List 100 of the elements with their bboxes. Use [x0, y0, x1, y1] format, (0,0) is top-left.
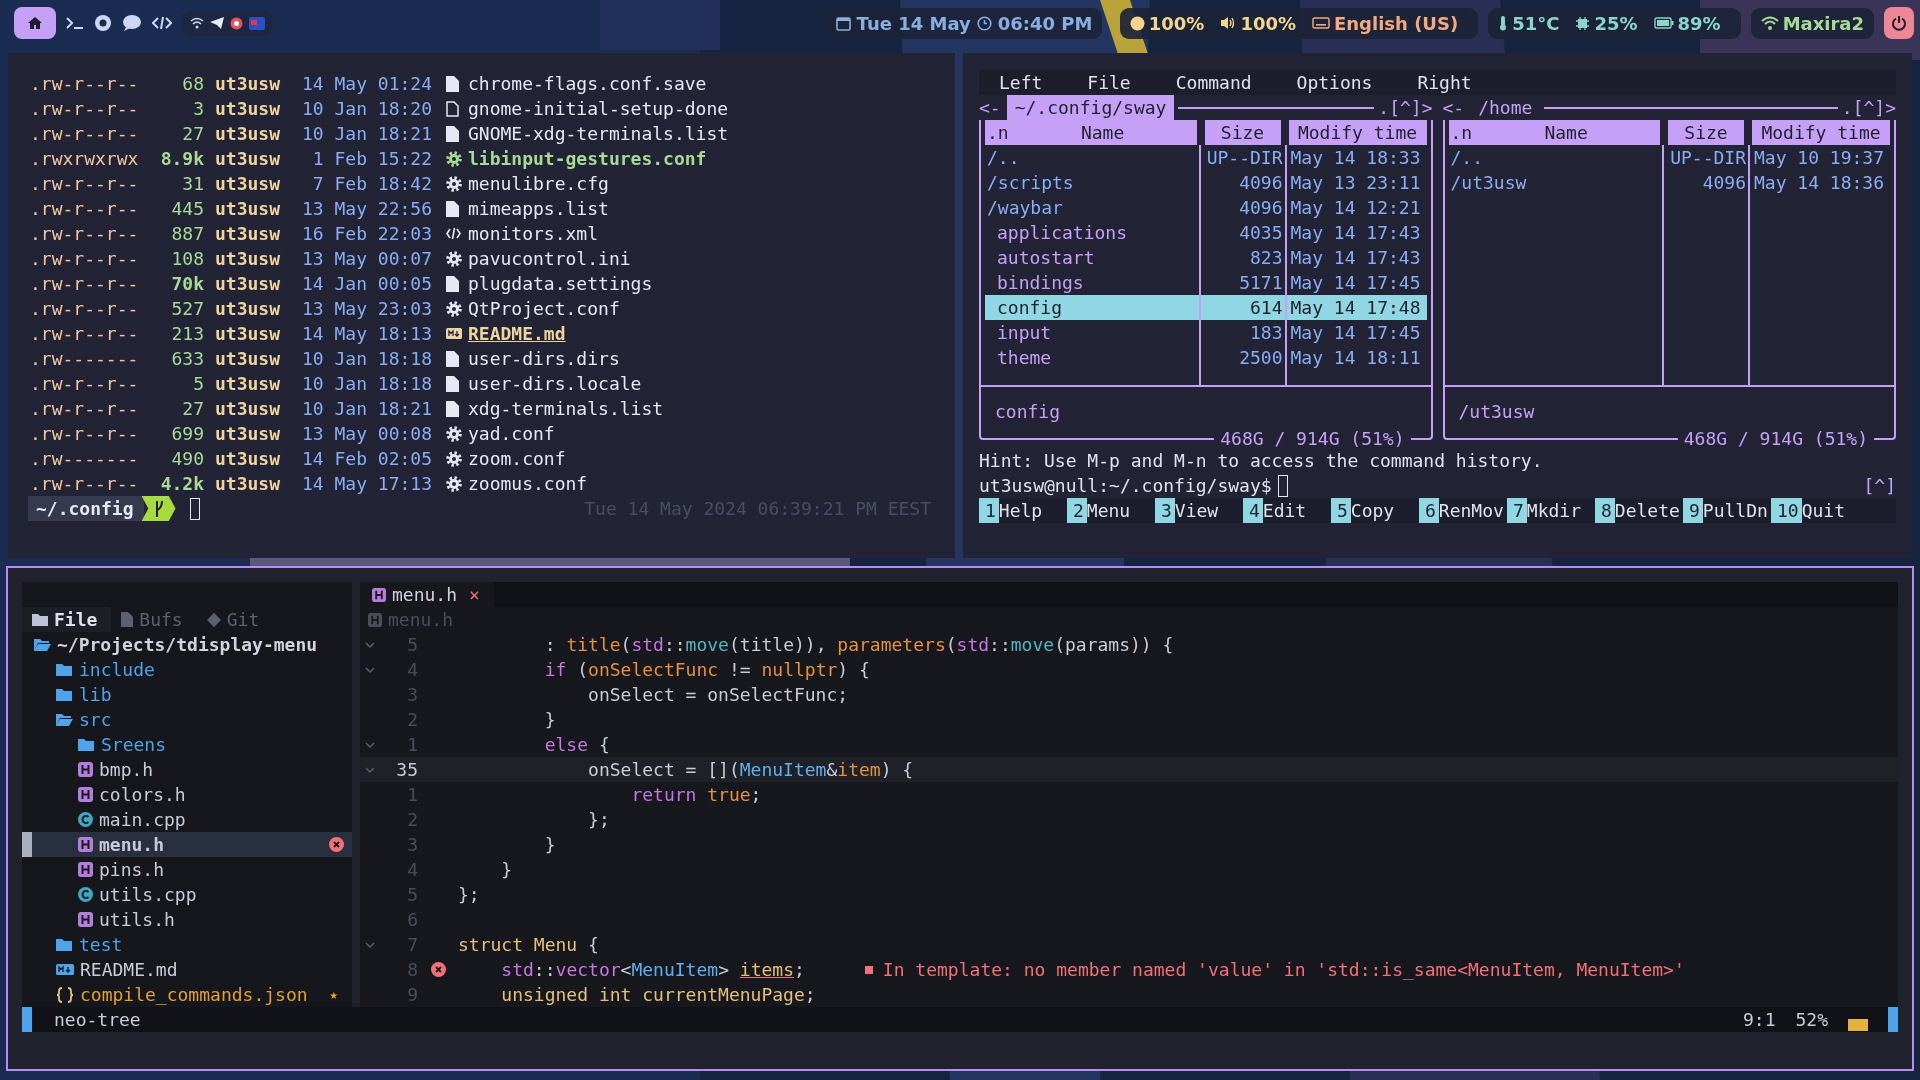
fold-icon[interactable] — [365, 741, 375, 748]
header-file-icon — [372, 587, 386, 602]
permissions-text: .rw-r--r-- — [30, 72, 140, 96]
mode-indicator — [22, 1007, 32, 1032]
function-key[interactable]: 5 Copy — [1331, 498, 1419, 523]
file-row[interactable]: /.. UP--DIR May 14 18:33 — [985, 145, 1427, 170]
file-row[interactable]: theme 2500 May 14 18:11 — [985, 345, 1427, 370]
code-line: : title(std::move(title)), parameters(std::move(params)) { — [543, 633, 1174, 657]
close-icon[interactable]: × — [469, 582, 480, 607]
code-line: std::vector<MenuItem> items; — [500, 958, 805, 982]
wifi-icon[interactable] — [190, 17, 204, 29]
date-text: 13 May 00:07 — [302, 247, 434, 271]
panel-controls[interactable]: .[^]> — [1841, 95, 1896, 120]
size-text: 213 — [170, 322, 204, 346]
function-key[interactable]: 7 Mkdir — [1507, 498, 1595, 523]
file-row[interactable]: input 183 May 14 17:45 — [985, 320, 1427, 345]
home-button[interactable] — [14, 7, 56, 39]
tree-item[interactable]: bmp.h — [22, 757, 352, 782]
file-row[interactable]: autostart 823 May 14 17:43 — [985, 245, 1427, 270]
history-arrow[interactable]: <- — [979, 95, 1001, 120]
editor-tab[interactable]: menu.h × — [360, 582, 494, 607]
tree-item[interactable]: utils.h — [22, 907, 352, 932]
function-key[interactable]: 9 PullDn — [1683, 498, 1771, 523]
tree-item[interactable]: pins.h — [22, 857, 352, 882]
function-key[interactable]: 6 RenMov — [1419, 498, 1507, 523]
file-name: menulibre.cfg — [468, 172, 609, 196]
gear-icon — [446, 450, 462, 467]
fold-icon[interactable] — [365, 641, 375, 648]
column-header[interactable]: .n — [1450, 120, 1473, 145]
column-header[interactable]: Name — [1008, 120, 1197, 145]
fold-icon[interactable] — [365, 941, 375, 948]
function-key[interactable]: 3 View — [1155, 498, 1243, 523]
menu-item[interactable]: File — [1087, 70, 1131, 95]
file-name: QtProject.conf — [468, 297, 620, 321]
line-number: 9 — [406, 983, 418, 1007]
file-row[interactable]: /waybar 4096 May 14 12:21 — [985, 195, 1427, 220]
file-row[interactable]: /scripts 4096 May 13 23:11 — [985, 170, 1427, 195]
browser-icon[interactable] — [94, 14, 112, 32]
menu-item[interactable]: Left — [999, 70, 1043, 95]
function-key[interactable]: 1 Help — [979, 498, 1067, 523]
column-header[interactable]: Modify time — [1752, 120, 1890, 145]
file-name: user-dirs.locale — [468, 372, 642, 396]
flag-icon[interactable] — [249, 16, 265, 30]
line-number: 8 — [406, 958, 418, 982]
chat-icon[interactable] — [122, 14, 142, 32]
permissions-text: .rw-r--r-- — [30, 422, 140, 446]
paper-plane-icon[interactable] — [210, 17, 224, 29]
file-name: monitors.xml — [468, 222, 599, 246]
file-icon — [446, 350, 459, 367]
code-line: onSelect = onSelectFunc; — [587, 683, 849, 707]
sidebar-tab[interactable]: File — [22, 607, 112, 632]
tree-item[interactable]: menu.h — [22, 832, 352, 857]
history-button[interactable]: [^] — [1863, 473, 1896, 498]
permissions-text: .rw-r--r-- — [30, 247, 140, 271]
gear-icon — [446, 425, 462, 442]
size-text: 699 — [170, 422, 204, 446]
column-header[interactable]: Modify time — [1288, 120, 1427, 145]
tree-item[interactable]: ~/Projects/tdisplay-menu — [22, 632, 352, 657]
column-header[interactable]: Size — [1204, 120, 1281, 145]
tree-item[interactable]: utils.cpp — [22, 882, 352, 907]
menu-item[interactable]: Right — [1417, 70, 1472, 95]
size-text: 445 — [170, 197, 204, 221]
file-row[interactable]: config 614 May 14 17:48 — [985, 295, 1427, 320]
function-key[interactable]: 4 Edit — [1243, 498, 1331, 523]
column-header[interactable]: .n — [987, 120, 1009, 145]
menu-item[interactable]: Options — [1296, 70, 1373, 95]
function-key[interactable]: 2 Menu — [1067, 498, 1155, 523]
owner-text: ut3usw — [215, 447, 282, 471]
column-header[interactable]: Size — [1668, 120, 1744, 145]
file-row[interactable]: /.. UP--DIR May 10 19:37 — [1448, 145, 1890, 170]
tree-item[interactable]: Sreens — [22, 732, 352, 757]
tree-item[interactable]: src — [22, 707, 352, 732]
function-key[interactable]: 10 Quit — [1771, 498, 1859, 523]
markdown-icon — [446, 328, 462, 339]
power-button[interactable] — [1884, 7, 1914, 39]
date-text: Tue 14 May — [856, 12, 971, 34]
panel-controls[interactable]: .[^]> — [1378, 95, 1433, 120]
tree-item[interactable]: compile_commands.json ★ — [22, 982, 352, 1007]
menu-item[interactable]: Command — [1175, 70, 1252, 95]
fold-icon[interactable] — [365, 766, 375, 773]
fold-icon[interactable] — [365, 666, 375, 673]
owner-text: ut3usw — [215, 422, 282, 446]
tree-item[interactable]: test — [22, 932, 352, 957]
history-arrow[interactable]: <- — [1442, 95, 1465, 120]
file-row[interactable]: /ut3usw 4096 May 14 18:36 — [1448, 170, 1890, 195]
code-line: }; — [587, 808, 610, 832]
column-header[interactable]: Name — [1472, 120, 1660, 145]
tree-item[interactable]: main.cpp — [22, 807, 352, 832]
tree-item[interactable]: README.md — [22, 957, 352, 982]
hint-text: Hint: Use M-p and M-n to access the command history. — [979, 449, 1544, 473]
file-row[interactable]: applications 4035 May 14 17:43 — [985, 220, 1427, 245]
file-icon — [446, 75, 459, 92]
tree-item[interactable]: colors.h — [22, 782, 352, 807]
tree-item[interactable]: lib — [22, 682, 352, 707]
function-key[interactable]: 8 Delete — [1595, 498, 1683, 523]
status-value: 100% — [1240, 12, 1296, 34]
tree-item[interactable]: include — [22, 657, 352, 682]
cursor — [189, 497, 200, 520]
code-icon[interactable] — [152, 16, 172, 30]
terminal-icon[interactable] — [66, 16, 84, 30]
